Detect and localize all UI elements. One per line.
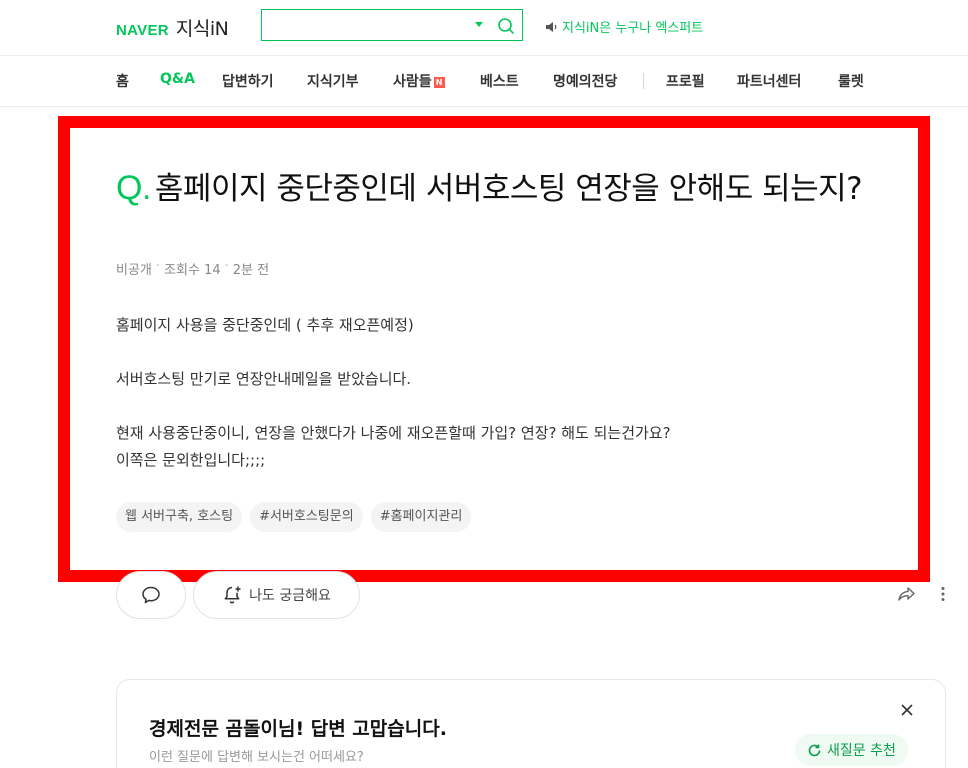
expert-notice-text[interactable]: 지식iN은 누구나 엑스퍼트 — [562, 17, 703, 36]
more-options-icon[interactable] — [937, 586, 949, 602]
question-title-text: 홈페이지 중단중인데 서버호스팅 연장을 안해도 되는지? — [154, 171, 863, 207]
tag-list: 웹 서버구축, 호스팅 #서버호스팅문의 #홈페이지관리 — [116, 502, 479, 532]
tag-homepage-management[interactable]: #홈페이지관리 — [370, 502, 472, 532]
recommend-subtitle: 이런 질문에 답변해 보시는건 어떠세요? — [149, 750, 364, 765]
expert-notice[interactable]: 지식iN은 누구나 엑스퍼트 — [545, 17, 703, 36]
search-icon[interactable] — [496, 16, 516, 36]
nav-hall-of-fame[interactable]: 명예의전당 — [553, 71, 617, 91]
question-body-line: 서버호스팅 만기로 연장안내메일을 받았습니다. — [116, 370, 412, 388]
recommend-card: 경제전문 곰돌이님! 답변 고맙습니다. 이런 질문에 답변해 보시는건 어떠세… — [116, 679, 946, 768]
new-badge: N — [433, 77, 445, 88]
search-input[interactable] — [262, 10, 462, 40]
logo[interactable]: NAVER 지식iN — [116, 14, 229, 41]
nav-people[interactable]: 사람들 N — [393, 71, 445, 91]
close-icon[interactable] — [899, 702, 915, 718]
new-question-recommend-label[interactable]: 새질문 추천 — [827, 740, 896, 760]
naver-logo[interactable]: NAVER — [116, 22, 169, 39]
nav-qna[interactable]: Q&A — [160, 71, 195, 87]
question-mark: Q. — [116, 169, 151, 207]
question-body-line: 이쪽은 문외한입니다;;;; — [116, 451, 266, 469]
bell-plus-icon — [224, 586, 241, 604]
curious-button[interactable]: 나도 궁금해요 — [193, 571, 360, 619]
nav-partner-center[interactable]: 파트너센터 — [737, 71, 801, 91]
question-title: Q. 홈페이지 중단중인데 서버호스팅 연장을 안해도 되는지? — [116, 166, 916, 211]
refresh-icon — [808, 744, 821, 756]
question-meta: 비공개 · 조회수 14 · 2분 전 — [116, 259, 269, 278]
curious-label[interactable]: 나도 궁금해요 — [249, 585, 331, 605]
new-question-recommend-button[interactable]: 새질문 추천 — [795, 734, 908, 766]
main-nav: 홈 Q&A 답변하기 지식기부 사람들 N 베스트 명예의전당 프로필 파트너센터… — [0, 57, 968, 107]
tag-hosting-inquiry[interactable]: #서버호스팅문의 — [250, 502, 363, 532]
nav-people-label[interactable]: 사람들 — [393, 74, 432, 90]
nav-profile[interactable]: 프로필 — [666, 71, 705, 91]
jisikin-logo[interactable]: 지식iN — [176, 14, 229, 41]
post-time: 2분 전 — [232, 263, 270, 278]
top-header: NAVER 지식iN 지식iN은 누구나 엑스퍼트 — [0, 0, 968, 56]
question-body-line: 홈페이지 사용을 중단중인데 ( 추후 재오픈예정) — [116, 316, 414, 334]
nav-home[interactable]: 홈 — [116, 71, 129, 91]
recommend-title: 경제전문 곰돌이님! 답변 고맙습니다. — [149, 718, 447, 740]
comment-icon — [142, 586, 160, 604]
nav-answer[interactable]: 답변하기 — [222, 71, 274, 91]
share-icon[interactable] — [896, 583, 918, 605]
author: 비공개 — [116, 263, 152, 278]
meta-separator: · — [155, 259, 161, 274]
question-body-line: 현재 사용중단중이니, 연장을 안했다가 나중에 재오픈할때 가입? 연장? 해… — [116, 424, 671, 442]
search-dropdown-icon[interactable] — [475, 22, 483, 27]
meta-separator: · — [224, 259, 229, 274]
speaker-icon — [546, 21, 557, 32]
nav-donate[interactable]: 지식기부 — [307, 71, 359, 91]
nav-best[interactable]: 베스트 — [480, 71, 519, 91]
search-box[interactable] — [261, 9, 523, 41]
tag-directory[interactable]: 웹 서버구축, 호스팅 — [116, 502, 243, 532]
nav-divider — [643, 73, 644, 89]
view-count: 조회수 14 — [164, 263, 221, 278]
comment-button[interactable] — [116, 571, 186, 619]
nav-roulette[interactable]: 룰렛 — [838, 71, 864, 91]
